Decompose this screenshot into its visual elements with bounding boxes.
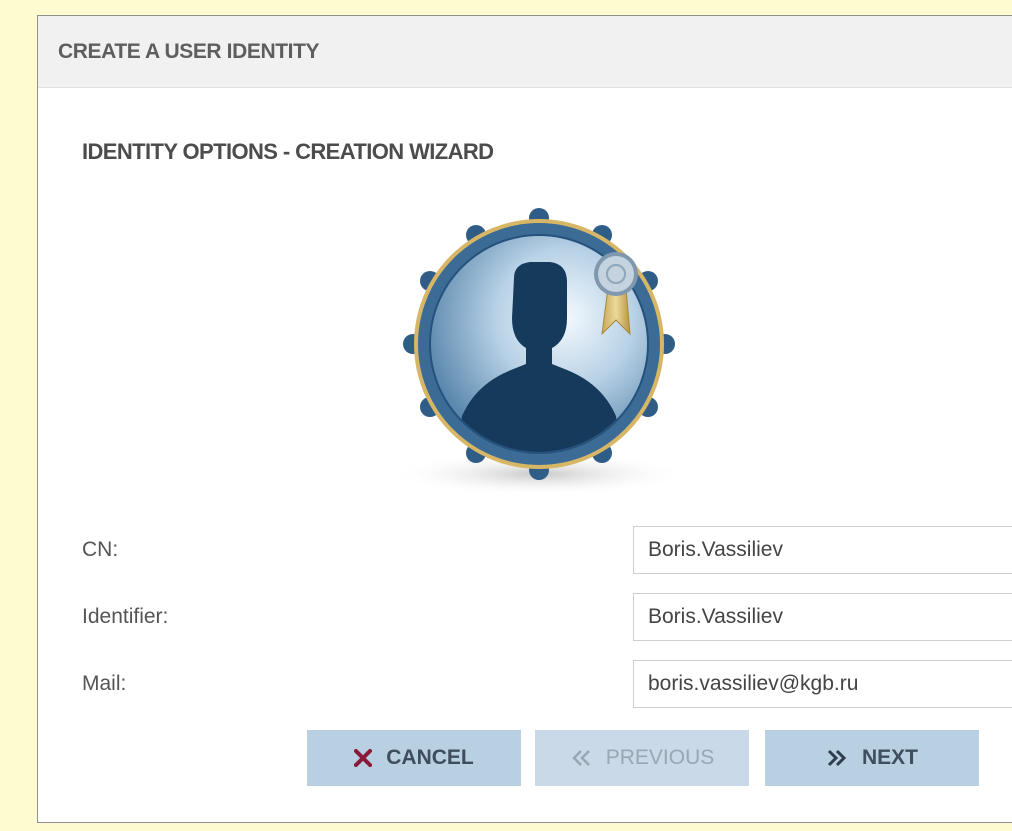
mail-label: Mail: — [82, 672, 127, 695]
create-identity-dialog: CREATE A USER IDENTITY IDENTITY OPTIONS … — [37, 15, 1012, 823]
previous-button[interactable]: PREVIOUS — [535, 730, 749, 786]
cancel-button[interactable]: CANCEL — [307, 730, 521, 786]
identifier-row: Identifier: — [38, 593, 1012, 641]
identifier-input[interactable] — [633, 593, 1012, 641]
user-identity-badge-icon — [364, 206, 724, 516]
cn-label: CN: — [82, 538, 119, 561]
dialog-title: CREATE A USER IDENTITY — [58, 39, 320, 63]
next-label: NEXT — [861, 746, 918, 769]
cancel-label: CANCEL — [386, 746, 474, 769]
previous-label: PREVIOUS — [605, 746, 715, 769]
next-button[interactable]: NEXT — [765, 730, 979, 786]
double-chevron-left-icon — [570, 749, 592, 767]
wizard-subtitle: IDENTITY OPTIONS - CREATION WIZARD — [82, 139, 494, 164]
dialog-titlebar: CREATE A USER IDENTITY — [38, 16, 1012, 88]
cn-row: CN: — [38, 526, 1012, 574]
cn-input[interactable] — [633, 526, 1012, 574]
mail-row: Mail: — [38, 660, 1012, 708]
double-chevron-right-icon — [826, 749, 848, 767]
identifier-label: Identifier: — [82, 605, 169, 628]
close-icon — [354, 749, 373, 767]
mail-input[interactable] — [633, 660, 1012, 708]
